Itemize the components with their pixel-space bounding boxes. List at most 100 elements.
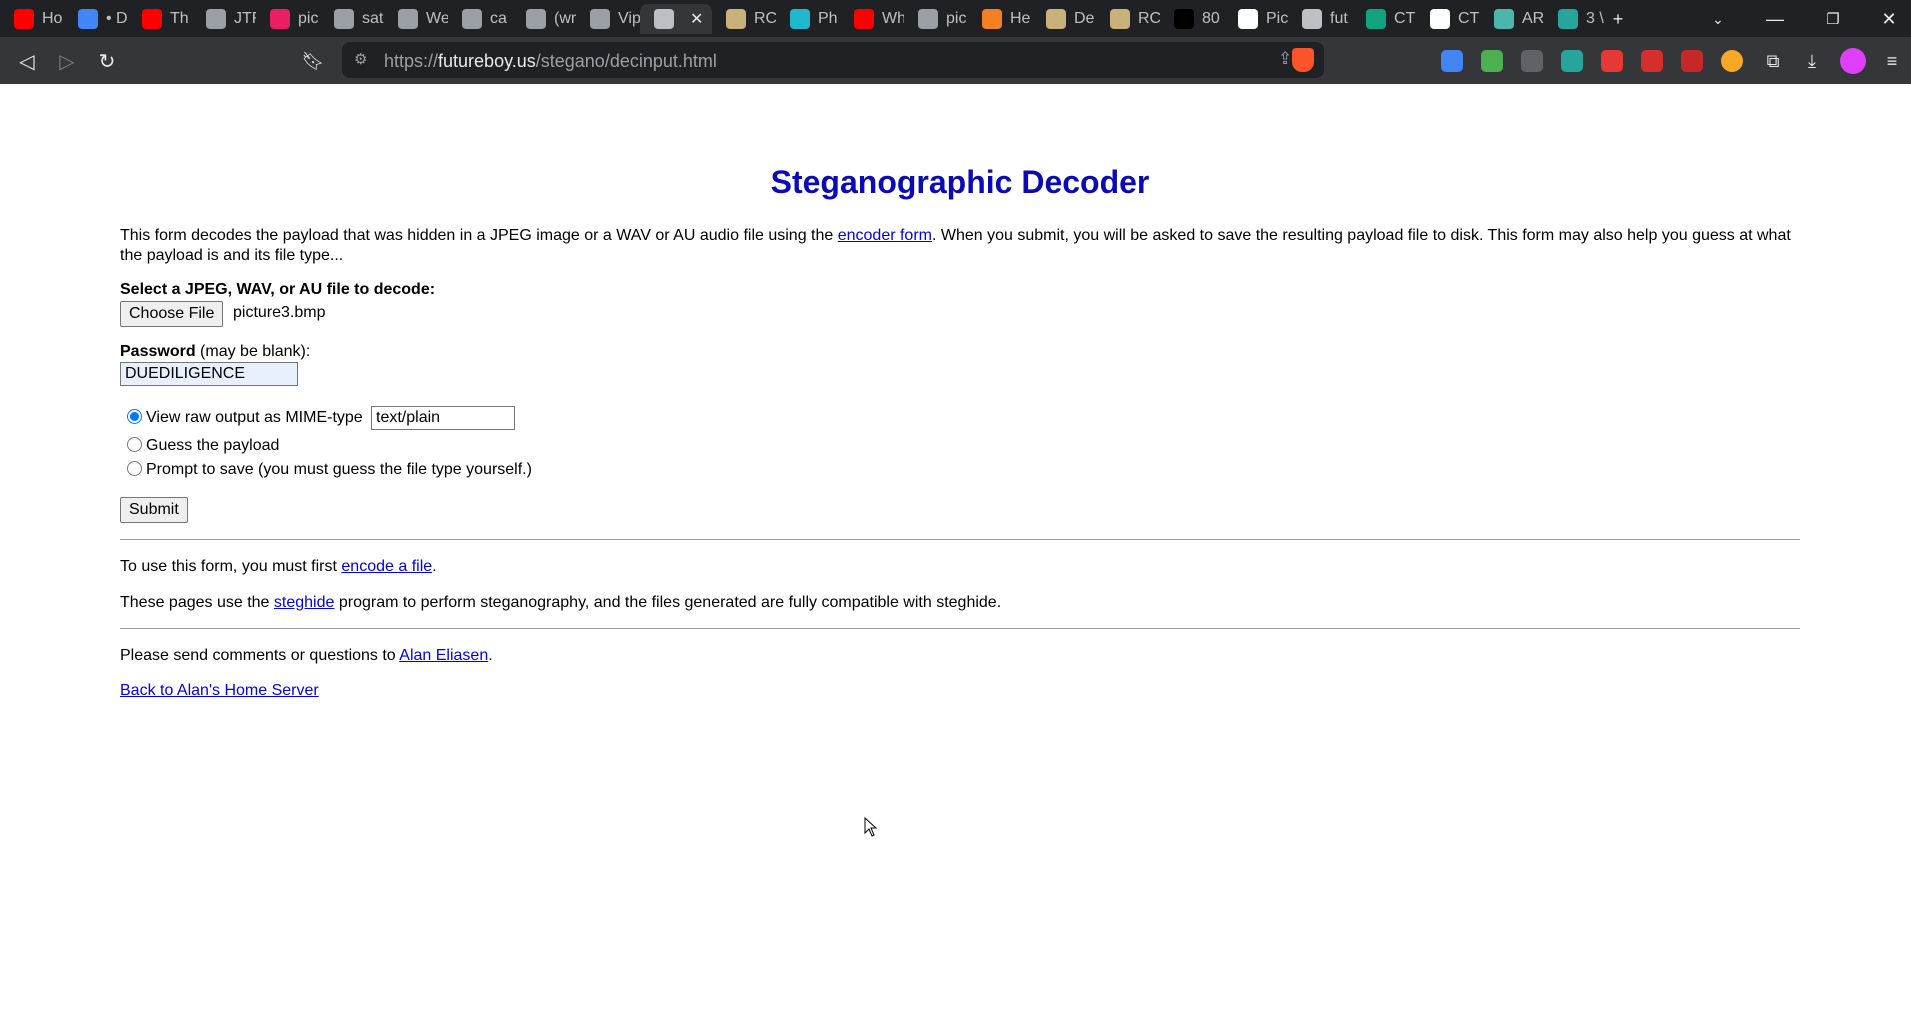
tab-label: He	[1010, 10, 1031, 27]
tab-label: Ho	[42, 10, 63, 27]
globe-icon	[334, 9, 354, 29]
reader-extension-icon[interactable]	[1521, 50, 1543, 72]
print-extension-icon[interactable]	[1481, 50, 1503, 72]
back-arrow-icon[interactable]: ◁	[12, 46, 42, 76]
encoder-form-link[interactable]: encoder form	[838, 227, 932, 244]
download-icon[interactable]: ⤓	[1797, 46, 1827, 76]
browser-tab[interactable]: Ho	[0, 4, 64, 34]
document-icon	[526, 9, 546, 29]
browser-tab[interactable]: RC	[1096, 4, 1160, 34]
radio-guess-payload[interactable]	[127, 437, 142, 452]
close-window-button[interactable]: ✕	[1866, 4, 1911, 34]
encode-paragraph: To use this form, you must first encode …	[120, 558, 437, 575]
picsart-icon	[270, 9, 290, 29]
minimize-button[interactable]: —	[1752, 4, 1798, 34]
r-icon	[982, 9, 1002, 29]
tab-list-chevron-down-icon[interactable]: ⌄	[1695, 4, 1741, 34]
browser-tab[interactable]: Wh	[840, 4, 904, 34]
youtube-icon	[854, 9, 874, 29]
password-label: Password (may be blank):	[120, 343, 311, 360]
browser-tab[interactable]: JTF	[192, 4, 256, 34]
tab-label: 80	[1202, 10, 1220, 27]
forward-arrow-icon[interactable]: ▷	[52, 46, 82, 76]
divider	[120, 628, 1800, 629]
submit-button[interactable]: Submit	[120, 497, 188, 523]
tab-label: AR	[1522, 10, 1544, 27]
globe-icon	[590, 9, 610, 29]
tab-label: ca	[490, 10, 507, 27]
menu-icon[interactable]: ≡	[1877, 46, 1907, 76]
share-icon[interactable]: ⇪	[1278, 49, 1292, 69]
browser-tab[interactable]: Pic	[1224, 4, 1288, 34]
plus-extension-icon[interactable]	[1601, 50, 1623, 72]
browser-tab[interactable]: We	[384, 4, 448, 34]
document-icon	[918, 9, 938, 29]
youtube-extension-icon[interactable]	[1681, 50, 1703, 72]
divider	[120, 539, 1800, 540]
radio-prompt-save[interactable]	[127, 461, 142, 476]
stego-icon	[1302, 9, 1322, 29]
home-server-link[interactable]: Back to Alan's Home Server	[120, 682, 319, 699]
browser-tab[interactable]: RC	[712, 4, 776, 34]
browser-tab[interactable]: ca	[448, 4, 512, 34]
browser-tab[interactable]: De	[1032, 4, 1096, 34]
page-content: Steganographic Decoder This form decodes…	[0, 84, 1911, 1030]
file-label: Select a JPEG, WAV, or AU file to decode…	[120, 281, 436, 298]
url-text[interactable]: https://futureboy.us/stegano/decinput.ht…	[384, 51, 717, 72]
browser-tab[interactable]: Ph	[776, 4, 840, 34]
radio-view-raw[interactable]	[127, 409, 142, 424]
tab-label: Pic	[1266, 10, 1288, 27]
option-label-prompt: Prompt to save (you must guess the file …	[146, 461, 532, 478]
brave-shields-icon[interactable]	[1292, 48, 1314, 72]
tab-label: CT	[1458, 10, 1480, 27]
s-extension-icon[interactable]	[1561, 50, 1583, 72]
browser-tab[interactable]: pic	[256, 4, 320, 34]
browser-tab[interactable]: sat	[320, 4, 384, 34]
browser-tab[interactable]: Th	[128, 4, 192, 34]
browser-tab[interactable]: fut	[1288, 4, 1352, 34]
mime-type-input[interactable]: text/plain	[371, 406, 515, 430]
extensions-puzzle-icon[interactable]: ⧉	[1758, 46, 1788, 76]
record-extension-icon[interactable]	[1641, 50, 1663, 72]
restore-button[interactable]: ❐	[1810, 4, 1856, 34]
tab-label: We	[426, 10, 448, 27]
tab-label: Th	[170, 10, 189, 27]
tab-label: JTF	[234, 10, 256, 27]
globe-icon	[462, 9, 482, 29]
google-icon	[78, 9, 98, 29]
address-bar[interactable]: ⚙ https://futureboy.us/stegano/decinput.…	[342, 42, 1324, 78]
browser-tab[interactable]: • D	[64, 4, 128, 34]
browser-tab[interactable]: (wr	[512, 4, 576, 34]
encode-file-link[interactable]: encode a file	[341, 558, 432, 575]
steghide-link[interactable]: steghide	[274, 594, 335, 611]
flag-icon	[1494, 9, 1514, 29]
youtube-icon	[142, 9, 162, 29]
choose-file-button[interactable]: Choose File	[120, 301, 224, 327]
site-info-icon[interactable]: ⚙	[354, 50, 374, 70]
bookmark-icon[interactable]: 🔖︎	[298, 46, 328, 76]
bulb-extension-icon[interactable]	[1721, 50, 1743, 72]
browser-tab[interactable]: Vip	[576, 4, 640, 34]
reload-icon[interactable]: ↻	[92, 46, 122, 76]
alan-eliasen-link[interactable]: Alan Eliasen	[399, 647, 488, 664]
browser-tab[interactable]: ✕	[640, 4, 712, 34]
tab-label: pic	[946, 10, 967, 27]
google-translate-icon[interactable]	[1441, 50, 1463, 72]
password-field[interactable]: DUEDILIGENCE	[120, 362, 298, 386]
back-link-paragraph: Back to Alan's Home Server	[120, 681, 1810, 701]
medium-icon	[1238, 9, 1258, 29]
browser-tab[interactable]: AR	[1480, 4, 1544, 34]
close-tab-icon[interactable]: ✕	[690, 9, 703, 29]
profile-avatar[interactable]	[1840, 48, 1866, 74]
tab-label: fut	[1330, 10, 1348, 27]
new-tab-button[interactable]: +	[1595, 4, 1641, 34]
browser-tab[interactable]: He	[968, 4, 1032, 34]
browser-tab[interactable]: 80	[1160, 4, 1224, 34]
browser-tab[interactable]: pic	[904, 4, 968, 34]
browser-tab[interactable]: CT	[1352, 4, 1416, 34]
terminal-icon	[1174, 9, 1194, 29]
browser-tab[interactable]: CT	[1416, 4, 1480, 34]
browser-toolbar: ◁ ▷ ↻ 🔖︎ ⚙ https://futureboy.us/stegano/…	[0, 37, 1911, 84]
youtube-icon	[14, 9, 34, 29]
tab-label: (wr	[554, 10, 576, 27]
